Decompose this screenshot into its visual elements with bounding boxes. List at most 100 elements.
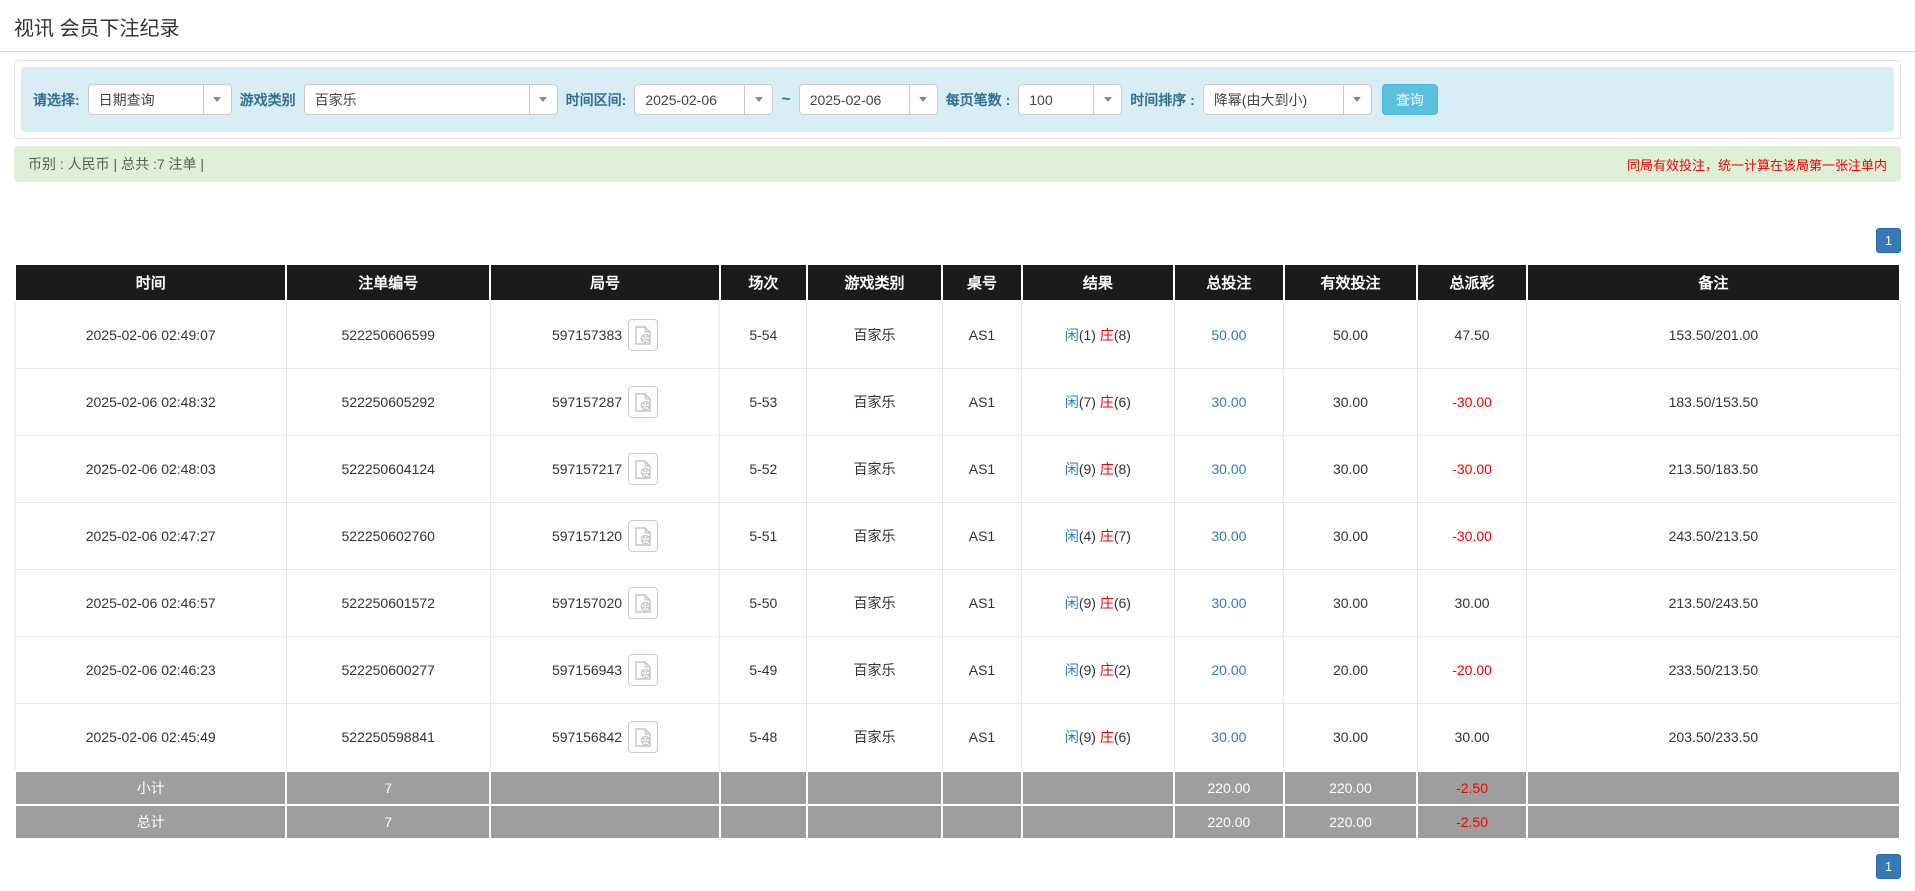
payout: 30.00 [1416,569,1528,637]
game-type-dropdown-button[interactable] [528,84,558,115]
total-payout: -2.50 [1416,804,1528,840]
session: 5-52 [719,435,808,503]
video-file-icon[interactable] [628,453,659,485]
result-cell: 闲(9) 庄(2) [1021,636,1175,704]
result-banker-label: 庄 [1099,394,1114,410]
game-type: 百家乐 [806,703,943,772]
round-cell: 597157217 [489,435,721,503]
result-player-value: (7) [1078,394,1096,410]
date-from-input[interactable] [634,84,745,115]
total-bet-link[interactable]: 30.00 [1211,595,1246,611]
date-from-combo [634,84,774,115]
round-id: 597156943 [551,662,623,678]
caret-down-icon [213,97,222,102]
bet-time: 2025-02-06 02:45:49 [14,703,287,772]
session: 5-50 [719,569,808,637]
table-row: 2025-02-06 02:48:32 522250605292 5971572… [14,368,1901,436]
column-header: 总派彩 [1416,263,1528,302]
result-banker-label: 庄 [1099,595,1114,611]
total-bet-link[interactable]: 50.00 [1211,327,1246,343]
total-bet-link[interactable]: 20.00 [1211,662,1246,678]
video-file-icon[interactable] [628,386,659,418]
date-range-separator: ~ [781,90,791,108]
summary-bar: 币别 : 人民币 | 总共 :7 注单 | 同局有效投注，统一计算在该局第一张注… [14,146,1901,182]
caret-down-icon [539,97,548,102]
query-type-dropdown-button[interactable] [202,84,232,115]
caret-down-icon [919,97,928,102]
result-cell: 闲(9) 庄(6) [1021,703,1175,772]
bet-id: 522250602760 [285,502,491,570]
bet-time: 2025-02-06 02:48:03 [14,435,287,503]
video-file-icon[interactable] [628,520,659,552]
video-file-icon[interactable] [628,319,659,351]
query-type-input[interactable] [87,84,203,115]
table-row: 2025-02-06 02:45:49 522250598841 5971568… [14,703,1901,772]
game-type: 百家乐 [806,569,943,637]
date-from-dropdown-button[interactable] [744,84,774,115]
remark: 183.50/153.50 [1526,368,1901,436]
sort-dropdown-button[interactable] [1342,84,1372,115]
filter-panel: 请选择: 游戏类别 时间区间: ~ 每页笔数 : [14,60,1901,139]
video-file-icon[interactable] [628,654,659,686]
result-player-label: 闲 [1064,595,1079,611]
column-header: 有效投注 [1282,263,1419,302]
valid-bet: 30.00 [1283,569,1418,637]
table-row: 2025-02-06 02:47:27 522250602760 5971571… [14,502,1901,570]
video-file-icon[interactable] [628,587,659,619]
same-round-notice: 同局有效投注，统一计算在该局第一张注单内 [1626,157,1887,173]
bet-id: 522250601572 [285,569,491,637]
table-header-row: 时间 注单编号 局号 场次 游戏类别 桌号 结果 总投注 有效投注 总派彩 备注 [13,263,1902,302]
result-cell: 闲(7) 庄(6) [1021,368,1175,436]
search-button[interactable]: 查询 [1381,84,1438,115]
result-player-label: 闲 [1064,662,1079,678]
page-button-1[interactable]: 1 [1876,854,1901,879]
payout: -20.00 [1416,636,1528,704]
result-player-label: 闲 [1064,729,1079,745]
result-player-label: 闲 [1064,327,1079,343]
round-id: 597157120 [551,528,623,544]
column-header: 备注 [1525,263,1902,302]
result-banker-label: 庄 [1099,327,1114,343]
table-number: AS1 [941,300,1023,369]
round-cell: 597156842 [489,703,721,772]
bet-id: 522250606599 [285,300,491,369]
total-bet-link[interactable]: 30.00 [1211,528,1246,544]
subtotal-total-bet: 220.00 [1173,770,1285,806]
date-to-dropdown-button[interactable] [908,84,938,115]
round-id: 597157020 [551,595,623,611]
bet-id: 522250604124 [285,435,491,503]
game-type-input[interactable] [303,84,529,115]
table-row: 2025-02-06 02:46:57 522250601572 5971570… [14,569,1901,637]
total-bet-link[interactable]: 30.00 [1211,461,1246,477]
page-size-dropdown-button[interactable] [1093,84,1123,115]
result-banker-value: (8) [1113,327,1131,343]
date-to-combo [798,84,938,115]
payout: 30.00 [1416,703,1528,772]
date-to-input[interactable] [798,84,909,115]
total-bet-cell: 30.00 [1173,502,1285,570]
total-bet-link[interactable]: 30.00 [1211,394,1246,410]
video-file-icon[interactable] [628,721,659,753]
valid-bet: 30.00 [1283,703,1418,772]
remark: 153.50/201.00 [1526,300,1901,369]
column-header: 场次 [718,263,808,302]
table-summary: 小计 7 220.00 220.00 -2.50 总计 7 220.00 220… [13,770,1902,840]
total-bet-cell: 20.00 [1173,636,1285,704]
sort-input[interactable] [1202,84,1343,115]
page-size-input[interactable] [1018,84,1094,115]
result-banker-label: 庄 [1099,729,1114,745]
sort-label: 时间排序 : [1130,91,1195,108]
page-button-1[interactable]: 1 [1876,228,1901,253]
payout: 47.50 [1416,300,1528,369]
round-cell: 597156943 [489,636,721,704]
result-player-label: 闲 [1064,394,1079,410]
result-banker-value: (6) [1113,729,1131,745]
content: 请选择: 游戏类别 时间区间: ~ 每页笔数 : [0,60,1915,879]
result-player-label: 闲 [1064,528,1079,544]
table-number: AS1 [941,502,1023,570]
time-range-label: 时间区间: [565,91,627,108]
total-bet-link[interactable]: 30.00 [1211,729,1246,745]
round-id: 597157287 [551,394,623,410]
caret-down-icon [754,97,763,102]
bet-time: 2025-02-06 02:48:32 [14,368,287,436]
